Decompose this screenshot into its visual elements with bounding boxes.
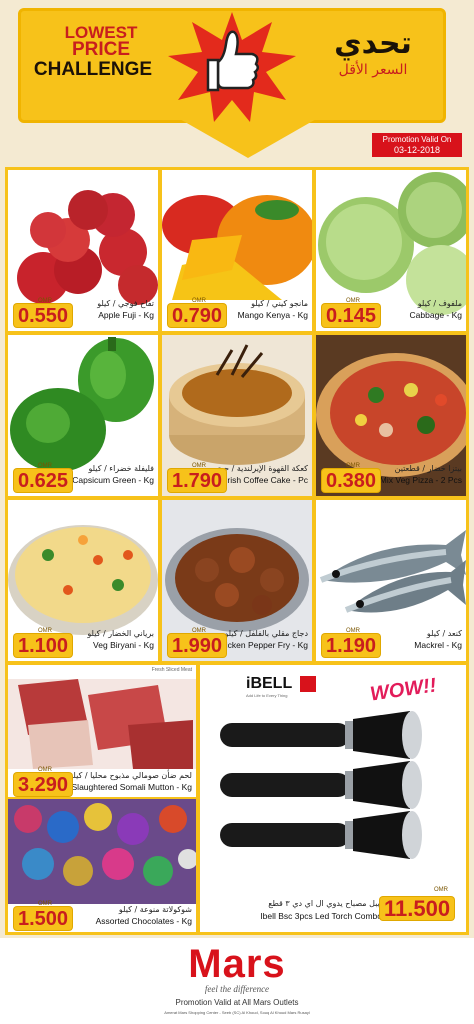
price-tag: 1.190 (322, 634, 381, 657)
product-name-en: Apple Fuji - Kg (98, 310, 154, 320)
product-card-cake[interactable]: كعكة القهوة الإيرلندية / حبة Irish Coffe… (162, 335, 312, 496)
wow-badge: WOW!! (368, 674, 438, 706)
ibell-sub: Add Life to Every Thing (246, 693, 288, 698)
arabic-title: تحدي (334, 26, 412, 61)
product-card-capsicum[interactable]: فليفلة خضراء / كيلو Capsicum Green - Kg … (8, 335, 158, 496)
product-card-mango[interactable]: مانجو كيني / كيلو Mango Kenya - Kg OMR 0… (162, 170, 312, 331)
product-card-torch[interactable]: iBELL Add Life to Every Thing WOW!! ايبل… (200, 665, 466, 932)
price-tag: 0.790 (168, 304, 227, 327)
promo-label: Promotion Valid On (382, 135, 452, 144)
product-name-ar: مانجو كيني / كيلو (251, 299, 308, 308)
product-name-en: Mix Veg Pizza - 2 Pcs (379, 475, 462, 485)
price-tag: 11.500 (380, 897, 455, 920)
promo-date: 03-12-2018 (393, 145, 441, 155)
product-name-en: Mackrel - Kg (414, 640, 462, 650)
thumbs-up-icon (168, 12, 296, 122)
product-card-mutton[interactable]: Fresh Sliced Meat لحم ضأن صومالي مذبوح م… (8, 665, 196, 797)
title-line-3: CHALLENGE (33, 59, 153, 80)
product-name-en: Veg Biryani - Kg (93, 640, 154, 650)
price-tag: 3.290 (14, 773, 73, 796)
product-name-ar: كنعد / كيلو (426, 629, 462, 638)
banner-point (178, 118, 318, 158)
product-card-apple[interactable]: تفاح فوجي / كيلو Apple Fuji - Kg OMR 0.5… (8, 170, 158, 331)
product-name-ar: ملفوف / كيلو (417, 299, 462, 308)
price-tag: 1.990 (168, 634, 227, 657)
ibell-logo: iBELL Add Life to Every Thing (246, 675, 336, 701)
product-name-ar: كعكة القهوة الإيرلندية / حبة (217, 464, 308, 473)
price-tag: 1.100 (14, 634, 73, 657)
validity-note: Promotion Valid at All Mars Outlets (175, 998, 299, 1007)
product-card-chicken[interactable]: دجاج مقلي بالفلفل / كيلو Chicken Pepper … (162, 500, 312, 661)
torch-image (220, 711, 422, 859)
price-tag: 0.550 (14, 304, 73, 327)
product-name-ar: ايبل مصباح يدوي ال اي دي ٣ قطع (268, 899, 382, 908)
promo-date-badge: Promotion Valid On 03-12-2018 (372, 133, 462, 157)
product-name-en: Cabbage - Kg (409, 310, 462, 320)
ibell-brand: iBELL (246, 675, 293, 692)
product-card-mackrel[interactable]: كنعد / كيلو Mackrel - Kg OMR 1.190 (316, 500, 466, 661)
product-grid: تفاح فوجي / كيلو Apple Fuji - Kg OMR 0.5… (5, 167, 469, 935)
price-tag: 0.625 (14, 469, 73, 492)
product-name-en: Capsicum Green - Kg (72, 475, 154, 485)
product-name-en: Chicken Pepper Fry - Kg (214, 640, 308, 650)
product-card-cabbage[interactable]: ملفوف / كيلو Cabbage - Kg OMR 0.145 (316, 170, 466, 331)
price-tag: 0.380 (322, 469, 381, 492)
product-name-ar: فليفلة خضراء / كيلو (88, 464, 154, 473)
product-name-ar: شوكولاتة منوعة / كيلو (118, 905, 192, 914)
product-name-ar: برياني الخضار / كيلو (87, 629, 154, 638)
mars-logo: Mars (188, 942, 286, 986)
product-name-en: Irish Coffee Cake - Pc (225, 475, 308, 485)
product-card-biryani[interactable]: برياني الخضار / كيلو Veg Biryani - Kg OM… (8, 500, 158, 661)
outlet-addresses: Amerat Mars Shopping Center - Seeb (SC) … (164, 1010, 310, 1015)
product-name-ar: دجاج مقلي بالفلفل / كيلو (224, 629, 308, 638)
product-name-en: Assorted Chocolates - Kg (95, 916, 192, 926)
product-card-chocolates[interactable]: شوكولاتة منوعة / كيلو Assorted Chocolate… (8, 799, 196, 932)
product-name-ar: بيتزا خضار / قطعتين (394, 464, 462, 473)
product-name-en: Ibell Bsc 3pcs Led Torch Combo (260, 911, 382, 921)
arabic-subtitle: السعر الأقل (338, 62, 408, 78)
mutton-badge: Fresh Sliced Meat (151, 667, 192, 673)
price-tag: 1.790 (168, 469, 227, 492)
currency-label: OMR (434, 887, 448, 893)
product-name-ar: لحم ضأن صومالي مذبوح محليا / كيلو (69, 771, 192, 780)
tagline: feel the difference (204, 984, 270, 994)
title-line-2: PRICE (71, 39, 131, 60)
product-card-pizza[interactable]: بيتزا خضار / قطعتين Mix Veg Pizza - 2 Pc… (316, 335, 466, 496)
price-tag: 1.500 (14, 907, 73, 930)
product-name-ar: تفاح فوجي / كيلو (97, 299, 154, 308)
product-name-en: Mango Kenya - Kg (237, 310, 308, 320)
price-tag: 0.145 (322, 304, 381, 327)
